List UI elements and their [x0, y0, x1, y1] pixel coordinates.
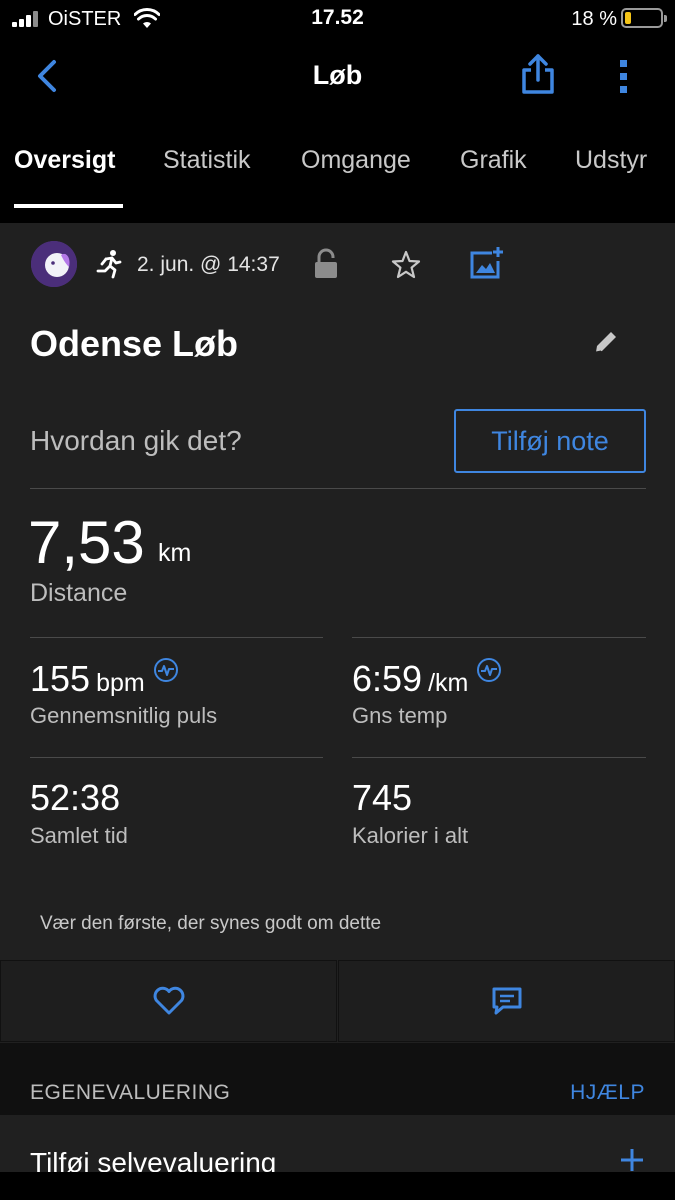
comment-icon — [492, 987, 521, 1015]
more-options-icon[interactable] — [610, 54, 638, 98]
distance-value: 7,53 — [28, 509, 145, 576]
heart-rate-chart-icon — [153, 658, 178, 682]
battery-level-fill — [625, 12, 631, 24]
avg-heart-rate-stat[interactable]: 155 bpm — [30, 657, 179, 700]
active-tab-indicator — [14, 204, 123, 208]
heart-icon — [153, 986, 184, 1015]
activity-summary-card: 2. jun. @ 14:37 Odense Løb Hvordan gik d… — [0, 223, 675, 1043]
battery-icon — [621, 8, 667, 28]
page-title: Løb — [312, 60, 363, 90]
calories-value: 745 — [352, 777, 413, 818]
calories-label: Kalorier i alt — [352, 823, 469, 848]
distance-label: Distance — [30, 579, 128, 607]
status-bar: OiSTER 17.52 18 % — [0, 0, 675, 40]
pace-unit: /km — [428, 669, 469, 697]
favorite-star-icon[interactable] — [390, 249, 422, 281]
total-time-label: Samlet tid — [30, 823, 128, 848]
divider — [30, 637, 323, 638]
share-icon[interactable] — [518, 52, 558, 96]
divider — [30, 757, 323, 758]
avg-pace-stat[interactable]: 6:59/km — [352, 657, 502, 700]
pace-chart-icon — [477, 658, 502, 682]
heart-rate-unit: bpm — [96, 669, 145, 697]
heart-rate-label: Gennemsnitlig puls — [30, 703, 218, 728]
pace-value: 6:59 — [352, 658, 423, 699]
divider — [352, 757, 646, 758]
total-time-value: 52:38 — [30, 777, 121, 818]
tab-bar: Oversigt Statistik Omgange Grafik Udstyr — [0, 130, 675, 210]
navigation-bar: Løb — [0, 40, 675, 112]
comment-button[interactable] — [338, 960, 675, 1042]
running-icon — [96, 250, 122, 279]
like-button[interactable] — [0, 960, 337, 1042]
plus-icon[interactable] — [617, 1145, 647, 1175]
distance-unit: km — [158, 539, 192, 567]
help-link[interactable]: HJÆLP — [570, 1081, 645, 1105]
tab-udstyr[interactable]: Udstyr — [575, 146, 647, 175]
add-note-button[interactable]: Tilføj note — [454, 409, 646, 473]
activity-date: 2. jun. @ 14:37 — [137, 253, 280, 276]
tab-omgange[interactable]: Omgange — [301, 146, 411, 175]
pace-label: Gns temp — [352, 703, 448, 728]
likes-text: Vær den første, der synes godt om dette — [40, 913, 382, 934]
edit-pencil-icon[interactable] — [592, 328, 620, 356]
self-evaluation-header: EGENEVALUERING HJÆLP — [0, 1043, 675, 1115]
unlocked-privacy-icon[interactable] — [313, 248, 339, 280]
add-self-evaluation-row[interactable]: Tilføj selvevaluering — [0, 1115, 675, 1175]
avatar[interactable] — [31, 241, 77, 287]
heart-rate-value: 155 — [30, 658, 91, 699]
bottom-edge — [0, 1172, 675, 1200]
add-photo-icon[interactable] — [468, 245, 504, 281]
section-title: EGENEVALUERING — [30, 1081, 231, 1104]
unicorn-avatar-icon — [31, 241, 77, 287]
add-self-evaluation-label: Tilføj selvevaluering — [30, 1147, 277, 1175]
battery-percent: 18 % — [571, 8, 617, 30]
tab-statistik[interactable]: Statistik — [163, 146, 251, 175]
tab-grafik[interactable]: Grafik — [460, 146, 527, 175]
divider — [352, 637, 646, 638]
activity-title: Odense Løb — [30, 323, 239, 364]
note-prompt: Hvordan gik det? — [30, 425, 242, 456]
divider — [30, 488, 646, 489]
tab-oversigt[interactable]: Oversigt — [14, 146, 115, 175]
